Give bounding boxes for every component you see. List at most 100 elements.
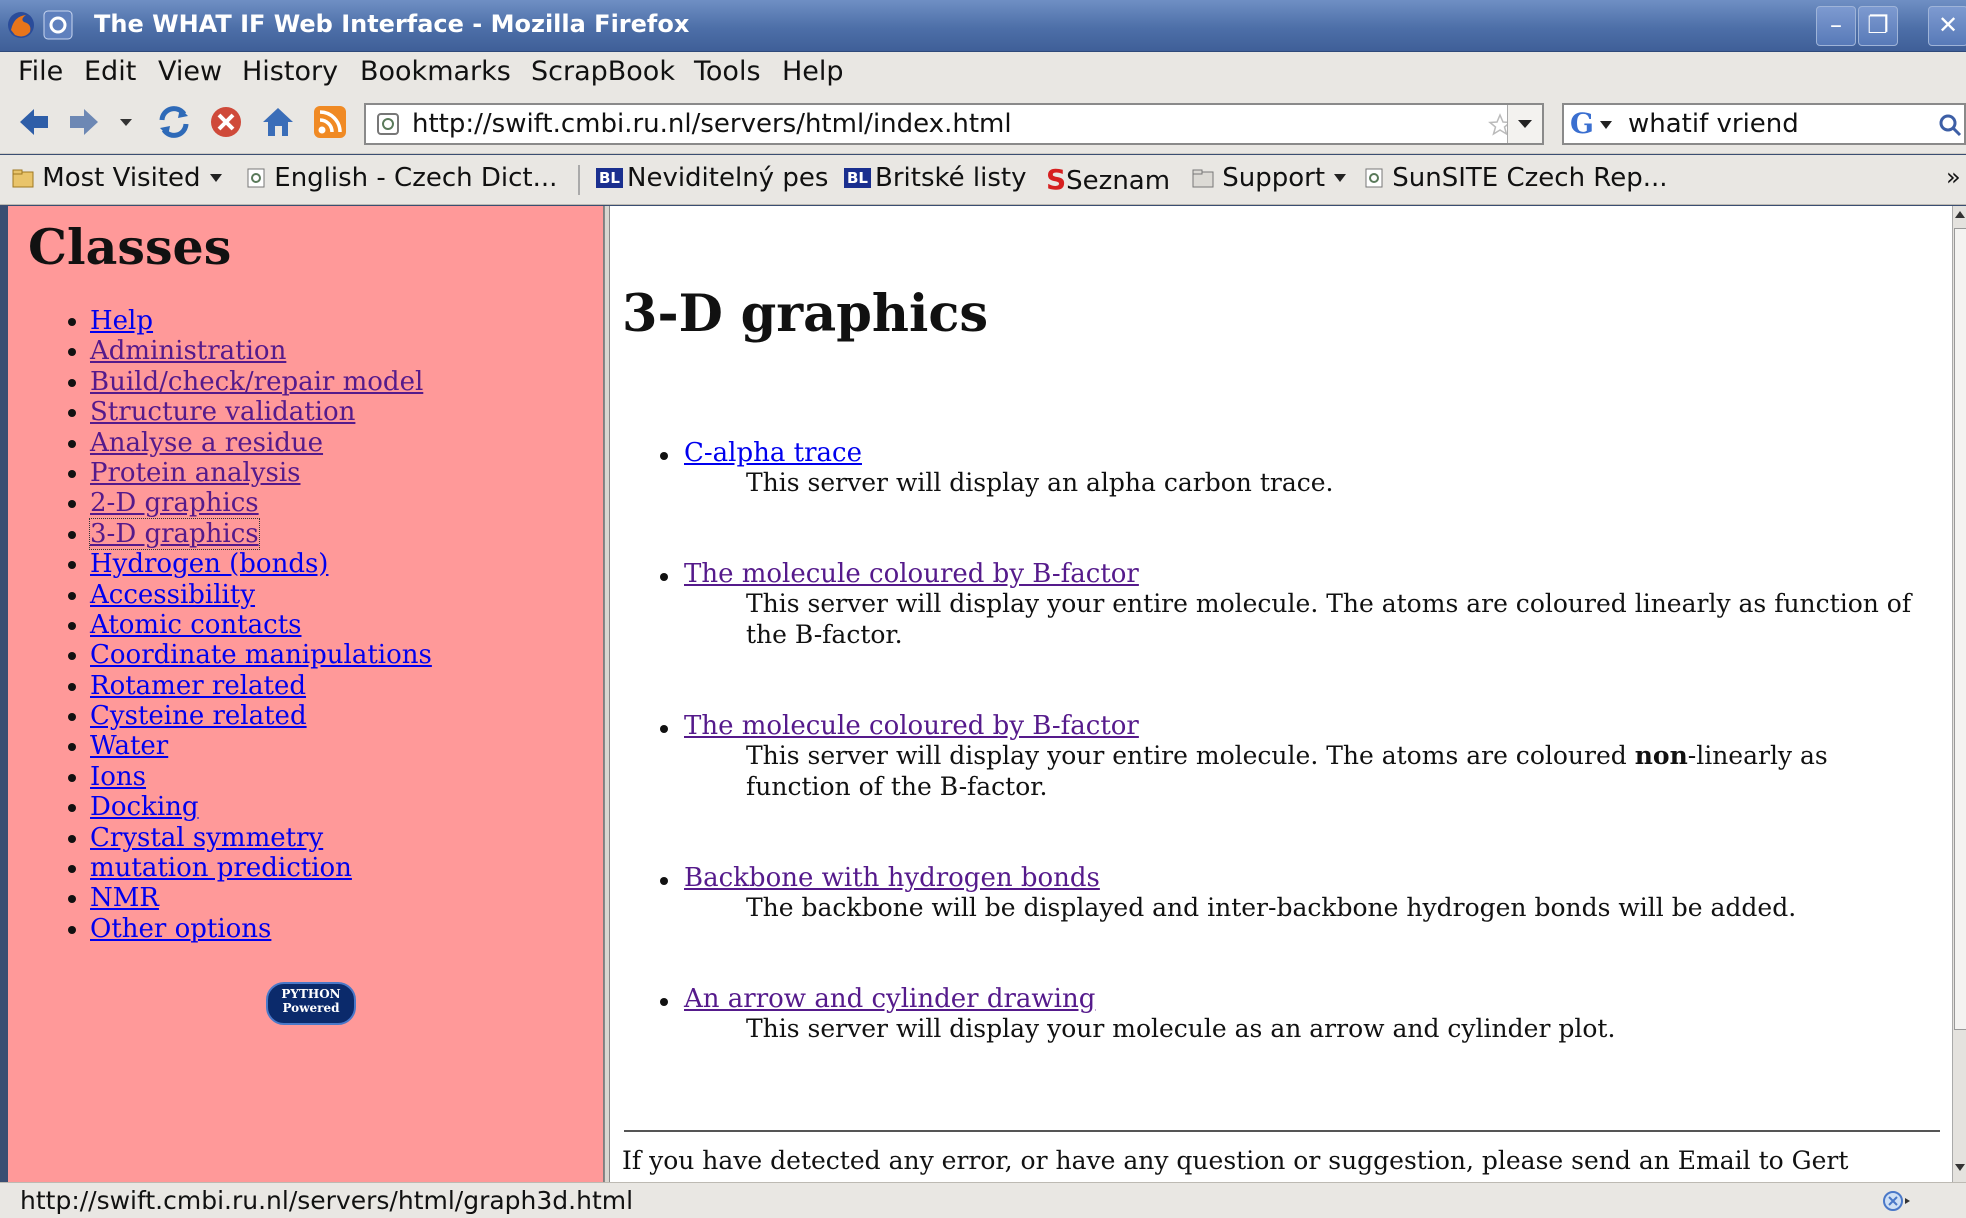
search-engine-dropdown-icon[interactable]: [1598, 119, 1614, 131]
class-link-rotamer-related[interactable]: Rotamer related: [90, 671, 306, 701]
scrollbar-thumb[interactable]: [1954, 228, 1966, 1030]
network-status-icon[interactable]: [1882, 1188, 1912, 1214]
bookmark-seznam[interactable]: SSeznam: [1046, 163, 1170, 196]
scroll-down-arrow-icon[interactable]: [1954, 1162, 1966, 1174]
server-description: This server will display an alpha carbon…: [746, 468, 1334, 497]
history-dropdown-icon[interactable]: [114, 104, 138, 140]
address-bar[interactable]: http://swift.cmbi.ru.nl/servers/html/ind…: [364, 103, 1544, 145]
scroll-up-arrow-icon[interactable]: [1954, 208, 1966, 220]
list-item: mutation prediction: [90, 853, 432, 883]
window-titlebar[interactable]: The WHAT IF Web Interface - Mozilla Fire…: [0, 0, 1966, 52]
bullet-icon: [660, 452, 668, 460]
reload-icon[interactable]: [156, 104, 192, 140]
vertical-scrollbar[interactable]: [1952, 206, 1966, 1182]
menu-view[interactable]: View: [158, 56, 222, 87]
chevron-down-icon: [1334, 174, 1347, 182]
class-link-help[interactable]: Help: [90, 306, 153, 336]
class-link-nmr[interactable]: NMR: [90, 883, 159, 913]
chevron-down-icon: [209, 174, 222, 182]
chevron-down-icon: [1518, 120, 1532, 128]
bookmark-neviditelny-pes[interactable]: BL Neviditelný pes: [596, 163, 828, 193]
minimize-button[interactable]: –: [1816, 6, 1856, 46]
url-text[interactable]: http://swift.cmbi.ru.nl/servers/html/ind…: [412, 109, 1012, 139]
list-item: Build/check/repair model: [90, 367, 432, 397]
class-link-water[interactable]: Water: [90, 731, 168, 761]
stop-icon[interactable]: [208, 104, 244, 140]
list-item: Cysteine related: [90, 701, 432, 731]
seznam-icon: S: [1046, 163, 1067, 196]
bl-icon: BL: [844, 168, 871, 188]
bookmark-britske-listy[interactable]: BL Britské listy: [844, 163, 1026, 193]
class-link-structure-validation[interactable]: Structure validation: [90, 397, 355, 427]
list-item: Atomic contacts: [90, 610, 432, 640]
server-link-bfactor-linear[interactable]: The molecule coloured by B-factor: [684, 559, 1139, 589]
list-item: Coordinate manipulations: [90, 640, 432, 670]
window-menu-icon[interactable]: [42, 9, 74, 41]
server-link-bfactor-nonlinear[interactable]: The molecule coloured by B-factor: [684, 711, 1139, 741]
class-link-ions[interactable]: Ions: [90, 762, 146, 792]
server-link-backbone-hbonds[interactable]: Backbone with hydrogen bonds: [684, 863, 1100, 893]
menu-bookmarks[interactable]: Bookmarks: [360, 56, 511, 87]
class-link-build-check-repair[interactable]: Build/check/repair model: [90, 367, 423, 397]
google-icon[interactable]: G: [1570, 107, 1594, 140]
bookmark-label: Britské listy: [875, 163, 1027, 193]
class-link-crystal-symmetry[interactable]: Crystal symmetry: [90, 823, 323, 853]
class-link-hydrogen-bonds[interactable]: Hydrogen (bonds): [90, 549, 328, 579]
close-button[interactable]: ✕: [1928, 6, 1966, 46]
folder-icon: [1192, 169, 1214, 188]
forward-arrow-icon[interactable]: [66, 104, 102, 140]
maximize-button[interactable]: ❐: [1858, 6, 1898, 46]
class-link-analyse-residue[interactable]: Analyse a residue: [90, 428, 323, 458]
folder-icon: [12, 169, 34, 188]
bookmark-label: Support: [1222, 163, 1326, 193]
rss-feed-icon[interactable]: [312, 104, 348, 140]
list-item: Docking: [90, 792, 432, 822]
class-link-administration[interactable]: Administration: [90, 336, 286, 366]
bookmark-label: Most Visited: [42, 163, 201, 193]
server-description: This server will display your entire mol…: [746, 589, 1912, 649]
bookmark-english-czech[interactable]: English - Czech Dict...: [246, 163, 557, 193]
bookmark-support[interactable]: Support: [1192, 163, 1347, 193]
bullet-icon: [660, 877, 668, 885]
class-link-protein-analysis[interactable]: Protein analysis: [90, 458, 301, 488]
back-arrow-icon[interactable]: [16, 104, 52, 140]
list-item: Administration: [90, 336, 432, 366]
class-link-mutation-prediction[interactable]: mutation prediction: [90, 853, 352, 883]
status-text: http://swift.cmbi.ru.nl/servers/html/gra…: [20, 1186, 634, 1215]
class-link-other-options[interactable]: Other options: [90, 914, 271, 944]
home-icon[interactable]: [260, 104, 296, 140]
menu-tools[interactable]: Tools: [694, 56, 761, 87]
search-icon[interactable]: [1938, 113, 1962, 137]
menu-scrapbook[interactable]: ScrapBook: [531, 56, 675, 87]
url-history-dropdown[interactable]: [1507, 105, 1542, 143]
bookmark-most-visited[interactable]: Most Visited: [12, 163, 223, 193]
menu-file[interactable]: File: [18, 56, 63, 87]
server-link-calpha-trace[interactable]: C-alpha trace: [684, 438, 862, 468]
search-input[interactable]: whatif vriend: [1628, 109, 1799, 139]
python-powered-badge[interactable]: PYTHON Powered: [266, 982, 356, 1025]
menu-edit[interactable]: Edit: [84, 56, 136, 87]
menu-history[interactable]: History: [242, 56, 338, 87]
bookmark-separator: [578, 165, 580, 195]
class-link-2d-graphics[interactable]: 2-D graphics: [90, 488, 259, 518]
contact-footer: If you have detected any error, or have …: [622, 1146, 1849, 1175]
class-link-cysteine-related[interactable]: Cysteine related: [90, 701, 307, 731]
bookmark-sunsite[interactable]: SunSITE Czech Rep...: [1364, 163, 1668, 193]
menu-help[interactable]: Help: [782, 56, 844, 87]
bookmarks-overflow-chevron[interactable]: »: [1946, 163, 1961, 191]
class-link-coordinate-manipulations[interactable]: Coordinate manipulations: [90, 640, 432, 670]
page-title: 3-D graphics: [622, 284, 989, 344]
class-link-accessibility[interactable]: Accessibility: [90, 580, 255, 610]
list-item: Crystal symmetry: [90, 823, 432, 853]
divider-line: [624, 1130, 1940, 1132]
class-link-docking[interactable]: Docking: [90, 792, 199, 822]
list-item: NMR: [90, 883, 432, 913]
server-description: This server will display your molecule a…: [746, 1014, 1616, 1043]
list-item: Analyse a residue: [90, 428, 432, 458]
bookmark-label: English - Czech Dict...: [274, 163, 558, 193]
class-link-3d-graphics[interactable]: 3-D graphics: [89, 517, 260, 550]
search-bar[interactable]: G whatif vriend: [1562, 103, 1966, 145]
class-link-atomic-contacts[interactable]: Atomic contacts: [90, 610, 301, 640]
list-item: Ions: [90, 762, 432, 792]
server-link-arrow-cylinder[interactable]: An arrow and cylinder drawing: [684, 984, 1095, 1014]
